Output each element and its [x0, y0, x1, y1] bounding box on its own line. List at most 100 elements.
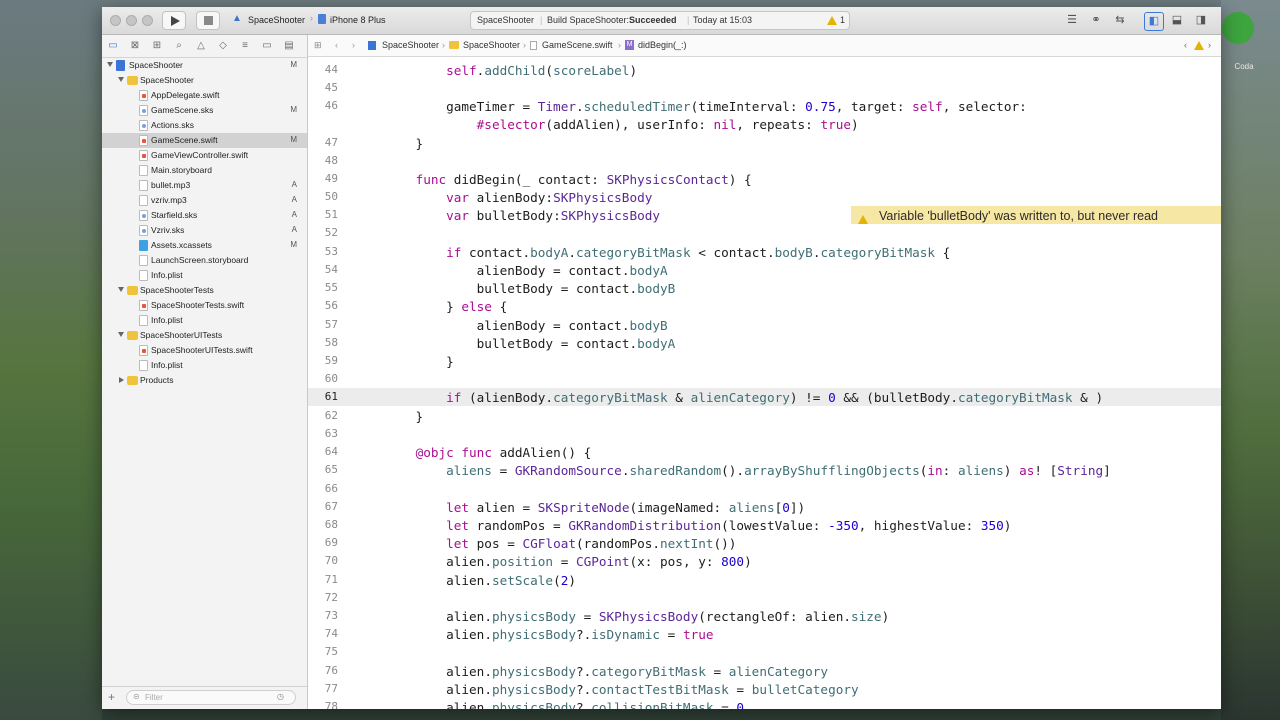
coda-app-icon[interactable] [1222, 12, 1254, 44]
warning-annotation[interactable]: Variable 'bulletBody' was written to, bu… [851, 206, 1221, 224]
version-editor-icon[interactable]: ⇆ [1111, 12, 1129, 29]
disclosure-open-icon[interactable] [118, 77, 124, 82]
line-number: 73 [324, 609, 338, 622]
line-number: 60 [324, 372, 338, 385]
chevron-right-icon: › [618, 40, 621, 50]
tree-item-file[interactable]: LaunchScreen.storyboard [102, 253, 307, 268]
tree-item-file[interactable]: Starfield.sks A [102, 208, 307, 223]
issue-icon[interactable]: △ [194, 39, 208, 53]
debug-icon[interactable]: ≡ [238, 39, 252, 53]
particle-file-icon [139, 210, 148, 221]
tree-item-file[interactable]: Info.plist [102, 268, 307, 283]
standard-editor-icon[interactable]: ☰ [1063, 12, 1081, 29]
tree-item-file[interactable]: Info.plist [102, 358, 307, 373]
source-control-icon[interactable]: ⊠ [128, 39, 142, 53]
disclosure-open-icon[interactable] [107, 62, 113, 67]
code-text: alienBody = contact.bodyA [476, 263, 668, 278]
breakpoint-icon[interactable]: ▭ [260, 39, 274, 53]
code-line: 53 if contact.bodyA.categoryBitMask < co… [308, 243, 1221, 261]
close-window-button[interactable] [110, 15, 121, 26]
tree-item-file[interactable]: SpaceShooterUITests.swift [102, 343, 307, 358]
line-number: 72 [324, 591, 338, 604]
tree-item-group[interactable]: SpaceShooterUITests [102, 328, 307, 343]
disclosure-open-icon[interactable] [118, 287, 124, 292]
code-text: } else { [385, 299, 508, 314]
tree-item-file[interactable]: GameViewController.swift [102, 148, 307, 163]
search-icon[interactable]: ⌕ [172, 39, 186, 53]
filter-input[interactable]: ⊝ Filter ◷ [126, 690, 296, 705]
activity-build-status: Succeeded [629, 15, 677, 25]
test-icon[interactable]: ◇ [216, 39, 230, 53]
scheme-selector[interactable]: ▲ SpaceShooter › iPhone 8 Plus [230, 11, 390, 30]
code-line: 72 [308, 589, 1221, 607]
tree-item-file[interactable]: Assets.xcassets M [102, 238, 307, 253]
add-icon[interactable]: + [108, 690, 115, 704]
desktop-background-left [0, 0, 102, 720]
tree-item-file[interactable]: Main.storyboard [102, 163, 307, 178]
tree-item-file[interactable]: AppDelegate.swift [102, 88, 307, 103]
line-number: 67 [324, 500, 338, 513]
code-text: gameTimer = Timer.scheduledTimer(timeInt… [446, 99, 1027, 114]
assistant-editor-icon[interactable]: ⚭ [1087, 12, 1105, 29]
forward-icon[interactable]: › [352, 40, 355, 50]
zoom-window-button[interactable] [142, 15, 153, 26]
warning-icon[interactable] [827, 16, 837, 26]
breadcrumb-file[interactable]: GameScene.swift [542, 40, 613, 50]
line-number: 68 [324, 518, 338, 531]
tree-item-file[interactable]: Info.plist [102, 313, 307, 328]
run-button[interactable] [162, 11, 186, 30]
tree-item-project[interactable]: SpaceShooter M [102, 58, 307, 73]
breadcrumb-symbol[interactable]: didBegin(_:) [638, 40, 687, 50]
breadcrumb-project[interactable]: SpaceShooter [382, 40, 439, 50]
tree-item-group[interactable]: Products [102, 373, 307, 388]
breadcrumb-group[interactable]: SpaceShooter [463, 40, 520, 50]
folder-icon [127, 286, 138, 295]
plist-file-icon [139, 315, 148, 326]
separator: | [687, 15, 690, 25]
warning-icon[interactable] [1194, 41, 1204, 51]
code-line: 74 alien.physicsBody?.isDynamic = true [308, 625, 1221, 643]
next-issue-icon[interactable]: › [1208, 40, 1211, 50]
show-utilities-icon[interactable]: ◨ [1192, 12, 1210, 29]
tree-item-file[interactable]: bullet.mp3 A [102, 178, 307, 193]
tree-item-file[interactable]: Actions.sks [102, 118, 307, 133]
code-line: 51 var bulletBody:SKPhysicsBody [308, 206, 851, 224]
tree-item-file[interactable]: GameScene.sks M [102, 103, 307, 118]
tree-item-group[interactable]: SpaceShooterTests [102, 283, 307, 298]
code-text: } [385, 354, 454, 369]
tree-item-file-selected[interactable]: GameScene.swift M [102, 133, 307, 148]
code-text: bulletBody = contact.bodyA [476, 336, 676, 351]
show-debug-area-icon[interactable]: ⬓ [1168, 12, 1186, 29]
report-icon[interactable]: ▤ [282, 39, 296, 53]
jump-bar: ⊞ ‹ › SpaceShooter › SpaceShooter › Game… [308, 35, 1221, 57]
previous-issue-icon[interactable]: ‹ [1184, 40, 1187, 50]
related-items-icon[interactable]: ⊞ [314, 40, 322, 51]
disclosure-open-icon[interactable] [118, 332, 124, 337]
code-text: if (alienBody.categoryBitMask & alienCat… [446, 390, 1104, 405]
line-number: 77 [324, 682, 338, 695]
plist-file-icon [139, 270, 148, 281]
stop-button[interactable] [196, 11, 220, 30]
line-number: 75 [324, 645, 338, 658]
recent-files-icon[interactable]: ◷ [277, 692, 284, 701]
tree-item-file[interactable]: Vzriv.sks A [102, 223, 307, 238]
folder-icon [127, 76, 138, 85]
swift-file-icon [139, 135, 148, 146]
navigator-tabs: ▭ ⊠ ⊞ ⌕ △ ◇ ≡ ▭ ▤ [102, 35, 307, 58]
code-line: 70 alien.position = CGPoint(x: pos, y: 8… [308, 552, 1221, 570]
disclosure-closed-icon[interactable] [119, 377, 124, 383]
code-line: 48 [308, 152, 1221, 170]
symbol-icon[interactable]: ⊞ [150, 39, 164, 53]
code-line: 54 alienBody = contact.bodyA [308, 261, 1221, 279]
back-icon[interactable]: ‹ [335, 40, 338, 50]
swift-file-icon [530, 41, 537, 50]
folder-icon[interactable]: ▭ [106, 39, 120, 53]
activity-viewer[interactable]: SpaceShooter | Build SpaceShooter: Succe… [470, 11, 850, 30]
tree-item-group[interactable]: SpaceShooter [102, 73, 307, 88]
source-editor[interactable]: 44 self.addChild(scoreLabel) 45 46 gameT… [308, 57, 1221, 709]
minimize-window-button[interactable] [126, 15, 137, 26]
tree-item-file[interactable]: vzriv.mp3 A [102, 193, 307, 208]
scheme-device-label: iPhone 8 Plus [330, 15, 386, 25]
tree-item-file[interactable]: SpaceShooterTests.swift [102, 298, 307, 313]
show-navigator-icon[interactable]: ◧ [1144, 12, 1164, 31]
